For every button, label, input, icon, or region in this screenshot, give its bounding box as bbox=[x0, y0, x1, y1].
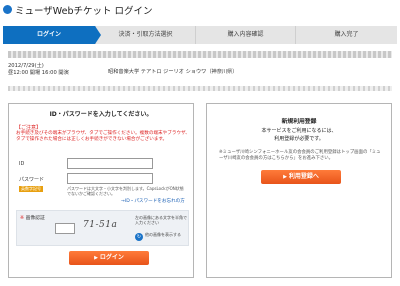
step-payment: 決済・引取方法選択 bbox=[96, 26, 196, 44]
blurred-event-title bbox=[8, 51, 392, 58]
blurred-performers bbox=[8, 86, 392, 91]
captcha-input[interactable] bbox=[55, 223, 75, 234]
password-hint: パスワードは大文字・小文字を判別します。CapsLockがON状態でないかご確認… bbox=[67, 186, 184, 196]
register-button[interactable]: ▶ 利用登録へ bbox=[261, 170, 341, 184]
login-panel: ID・パスワードを入力してください。 【ご注意】 お手続き及びその端末がブラウザ… bbox=[8, 103, 194, 278]
required-mark: ※ bbox=[20, 216, 25, 221]
bullet-icon bbox=[3, 5, 12, 14]
register-desc-line1: 本サービスをご利用になるには、 bbox=[261, 128, 337, 134]
progress-steps: ログイン 決済・引取方法選択 購入内容確認 購入完了 bbox=[3, 26, 397, 44]
page-title: ミューザWebチケット ログイン bbox=[15, 6, 153, 17]
refresh-icon[interactable]: ↻ bbox=[135, 233, 143, 241]
step-login: ログイン bbox=[3, 26, 101, 44]
captcha-label: ※ 画像認証 bbox=[20, 214, 45, 221]
password-input[interactable] bbox=[67, 173, 153, 184]
register-desc: 本サービスをご利用になるには、 利用登録が必要です。 bbox=[207, 128, 391, 143]
register-button-label: 利用登録へ bbox=[288, 173, 319, 180]
captcha-row: ※ 画像認証 71-51a 左の画像にある文字を半角で入力ください ↻ 他の画像… bbox=[16, 210, 189, 246]
page-header: ミューザWebチケット ログイン bbox=[0, 0, 400, 24]
event-venue: 昭和音楽大学 テアトロ ジーリオ ショウワ（神奈川県） bbox=[108, 69, 238, 75]
password-badge: 英数字記号 bbox=[19, 186, 43, 192]
password-label: パスワード bbox=[19, 177, 45, 183]
event-date-line1: 2012/7/29(土) bbox=[8, 63, 44, 69]
event-date: 2012/7/29(土) 昼12:00 開場 16:00 開演 bbox=[8, 63, 69, 77]
captcha-label-text: 画像認証 bbox=[25, 216, 45, 221]
forgot-password-link[interactable]: →ID・パスワードをお忘れの方 bbox=[121, 198, 185, 204]
id-input[interactable] bbox=[67, 158, 153, 169]
arrow-right-icon: ▶ bbox=[94, 255, 98, 261]
notice-heading: 【ご注意】 bbox=[16, 125, 42, 131]
step-complete: 購入完了 bbox=[296, 26, 397, 44]
arrow-right-icon: ▶ bbox=[283, 174, 287, 180]
register-panel: 新規利用登録 本サービスをご利用になるには、 利用登録が必要です。 ※ミューザ川… bbox=[206, 103, 392, 278]
captcha-help: 左の画像にある文字を半角で入力ください bbox=[135, 215, 187, 225]
id-label: ID bbox=[19, 161, 25, 167]
event-info: 2012/7/29(土) 昼12:00 開場 16:00 開演 昭和音楽大学 テ… bbox=[8, 63, 392, 81]
login-title: ID・パスワードを入力してください。 bbox=[49, 111, 153, 118]
register-desc-line2: 利用登録が必要です。 bbox=[274, 135, 324, 142]
refresh-captcha-link[interactable]: 他の画像を表示する bbox=[145, 232, 189, 237]
step-confirm: 購入内容確認 bbox=[196, 26, 296, 44]
register-note: ※ミューザ川崎シンフォニーホール友の会会員のご利用登録はトップ画面の「ミューザ川… bbox=[219, 150, 381, 161]
login-button[interactable]: ▶ ログイン bbox=[69, 251, 149, 265]
notice-text: お手続き及びその端末がブラウザ、タブでご操作ください。複数の端末やブラウザ、タブ… bbox=[16, 131, 190, 143]
captcha-image: 71-51a bbox=[83, 220, 118, 230]
event-date-line2: 昼12:00 開場 16:00 開演 bbox=[8, 70, 69, 76]
login-button-label: ログイン bbox=[99, 254, 124, 261]
register-title: 新規利用登録 bbox=[281, 119, 317, 125]
